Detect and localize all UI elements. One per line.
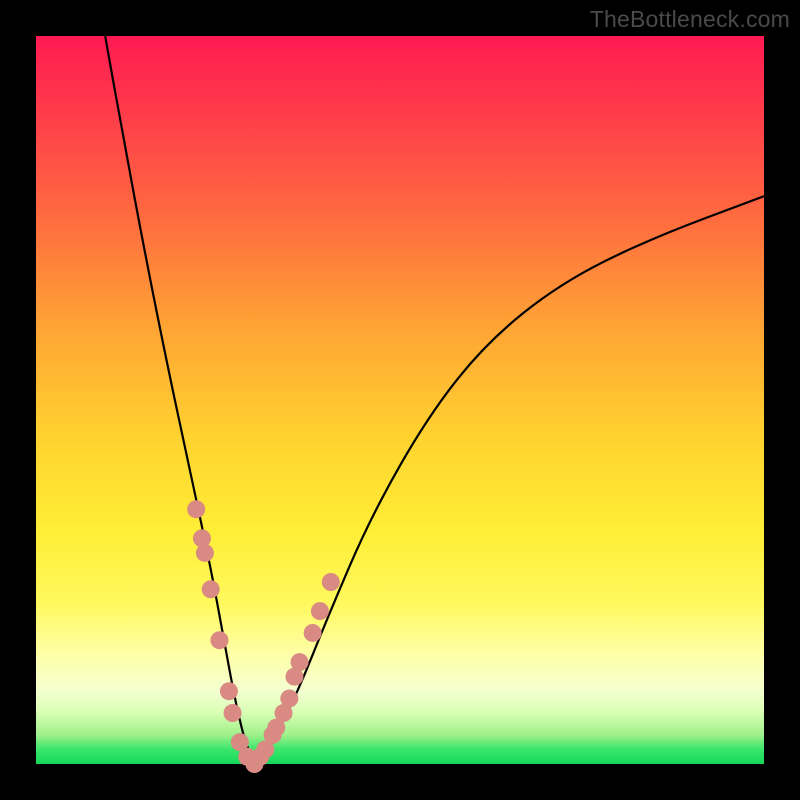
marker-point [210,631,228,649]
marker-point [202,580,220,598]
marker-point [220,682,238,700]
marker-point [311,602,329,620]
marker-group [187,500,340,773]
plot-area [36,36,764,764]
watermark-text: TheBottleneck.com [590,6,790,33]
marker-point [187,500,205,518]
marker-point [304,624,322,642]
curve-svg [36,36,764,764]
marker-point [280,689,298,707]
chart-frame: TheBottleneck.com [0,0,800,800]
marker-point [224,704,242,722]
marker-point [196,544,214,562]
marker-point [291,653,309,671]
bottleneck-curve [105,36,764,760]
marker-point [322,573,340,591]
